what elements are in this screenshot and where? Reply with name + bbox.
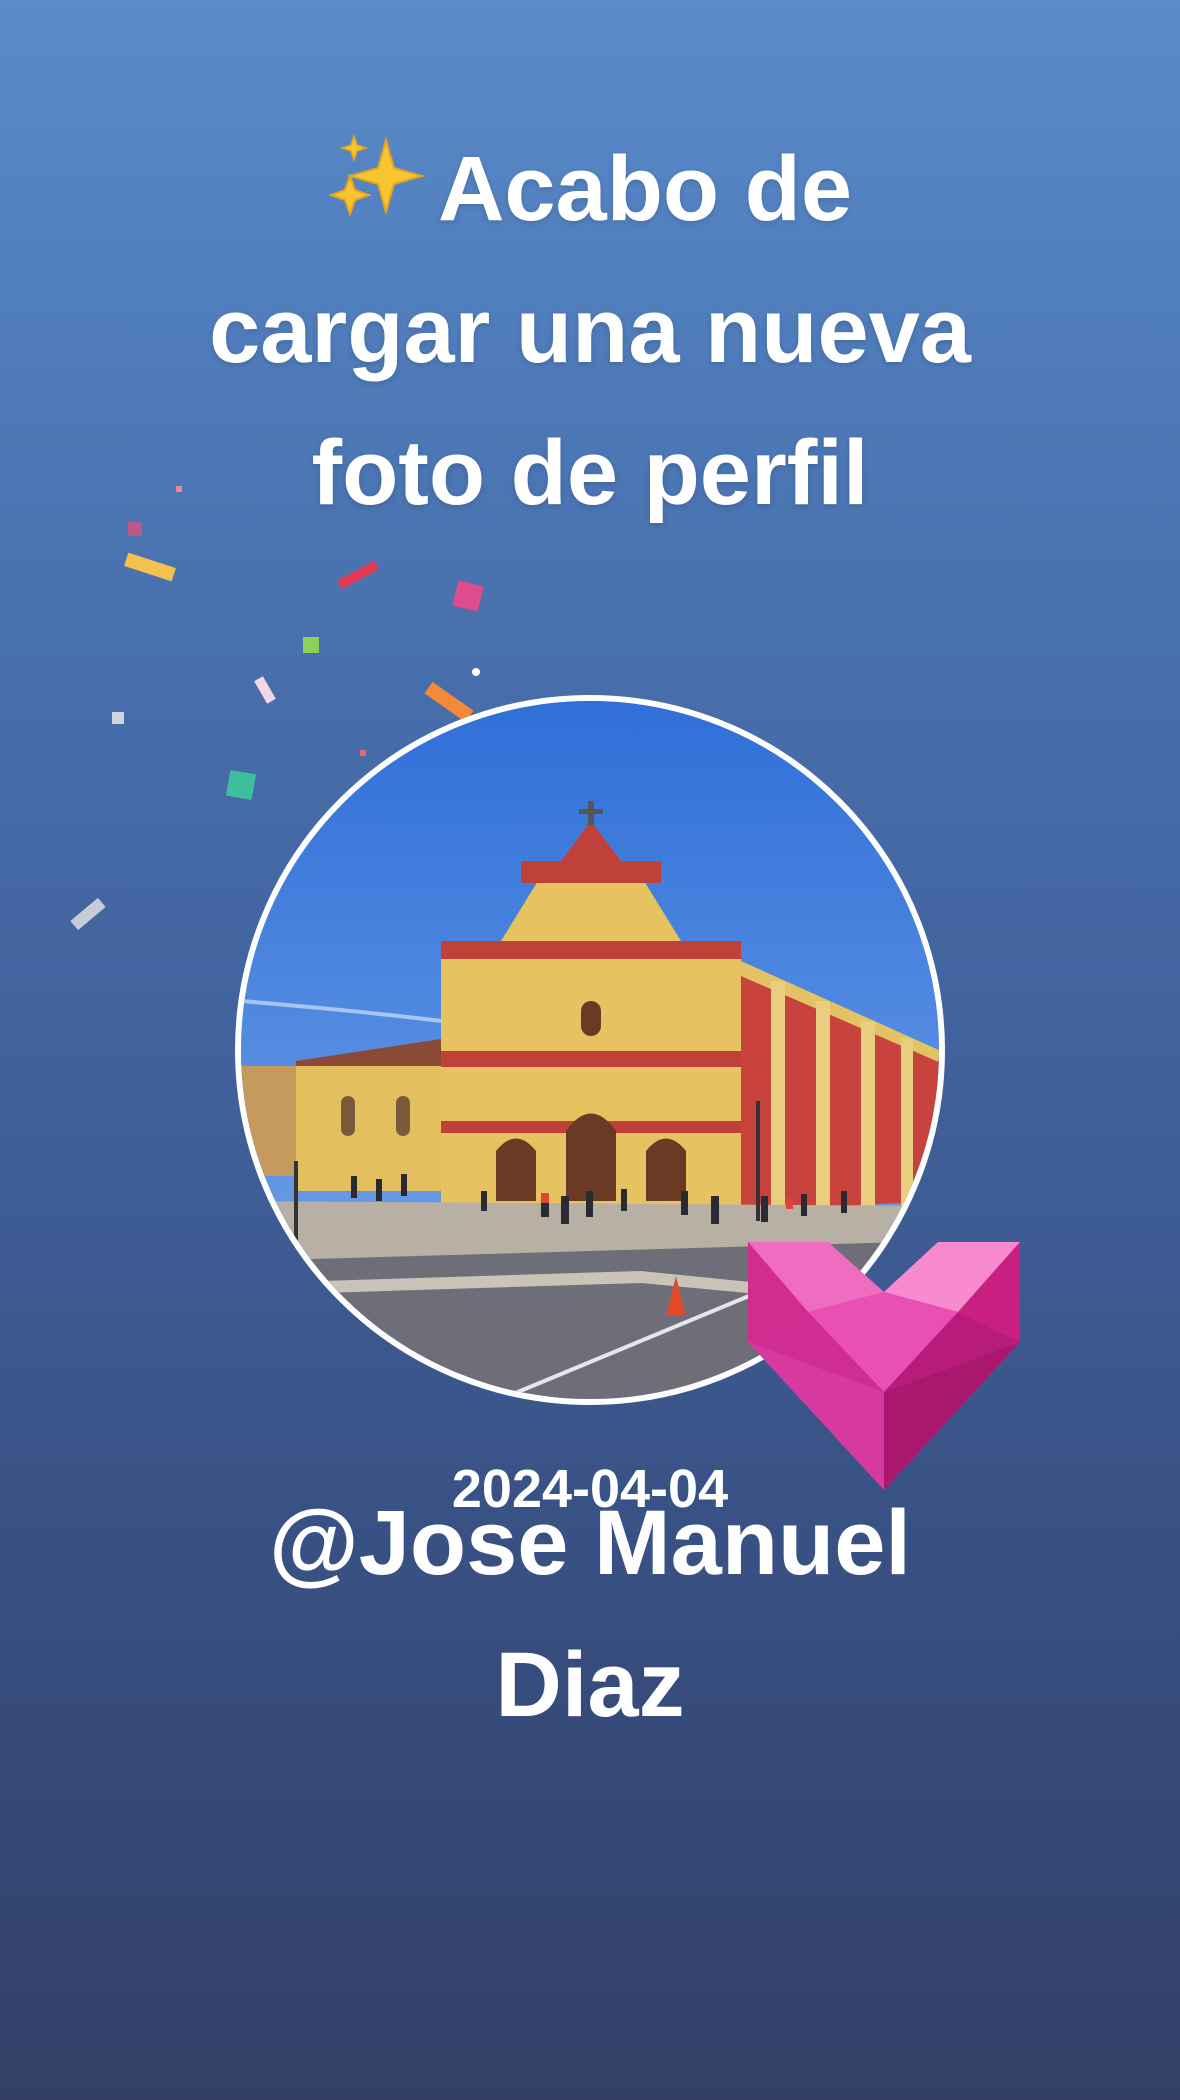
headline-text-1: Acabo de bbox=[437, 138, 853, 240]
username-line-1: @Jose Manuel bbox=[269, 1492, 911, 1594]
sparkles-icon bbox=[327, 134, 426, 217]
headline: Acabo de cargar una nueva foto de perfil bbox=[0, 118, 1180, 544]
heart-icon bbox=[748, 1242, 1020, 1490]
headline-line-1: Acabo de bbox=[0, 118, 1180, 260]
headline-line-2: cargar una nueva bbox=[209, 280, 971, 382]
username: @Jose Manuel Diaz bbox=[0, 1472, 1180, 1756]
headline-line-3: foto de perfil bbox=[311, 422, 869, 524]
username-line-2: Diaz bbox=[495, 1634, 685, 1736]
